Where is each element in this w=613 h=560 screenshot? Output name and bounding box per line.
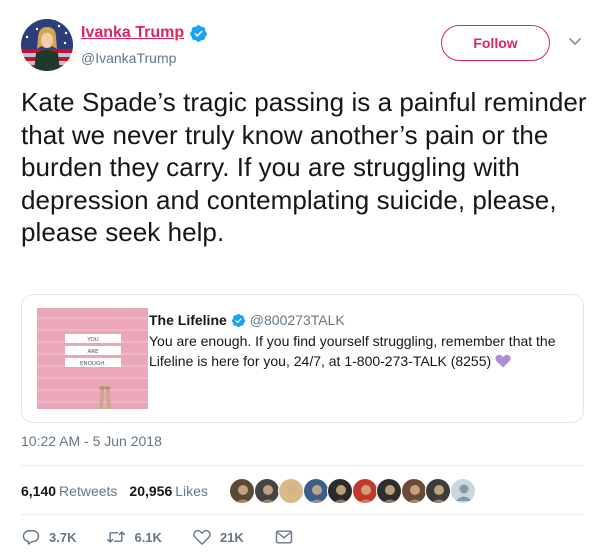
quoted-author-name[interactable]: The Lifeline: [149, 311, 227, 329]
retweet-icon: [107, 531, 126, 543]
liker-avatar[interactable]: [425, 478, 451, 504]
tweet-stats: 6,140 Retweets 20,956 Likes: [21, 477, 208, 505]
reply-count: 3.7K: [49, 529, 77, 545]
tweet-actions: 3.7K 6.1K 21K: [21, 524, 294, 550]
verified-badge-icon: [189, 24, 208, 43]
quoted-tweet-text: You are enough. If you find yourself str…: [149, 331, 579, 371]
retweets-label: Retweets: [59, 483, 118, 499]
liker-avatar[interactable]: [376, 478, 402, 504]
liker-avatar[interactable]: [302, 478, 329, 504]
verified-badge-icon: [231, 313, 246, 328]
liker-avatar[interactable]: [229, 478, 255, 504]
follow-button[interactable]: Follow: [441, 25, 550, 61]
author-avatar[interactable]: [21, 19, 73, 71]
liker-avatar[interactable]: [327, 478, 353, 504]
retweet-button[interactable]: 6.1K: [106, 527, 162, 547]
quoted-tweet-image: YOU ARE ENOUGH.: [37, 308, 148, 409]
purple-heart-icon: [495, 353, 511, 368]
liker-avatar[interactable]: [400, 478, 427, 504]
liker-avatar[interactable]: [253, 478, 280, 504]
author-name-row: Ivanka Trump: [81, 23, 208, 43]
like-count: 21K: [219, 529, 244, 545]
retweets-stat[interactable]: 6,140 Retweets: [21, 483, 117, 499]
divider: [21, 514, 584, 515]
retweets-count: 6,140: [21, 483, 57, 499]
tweet-text: Kate Spade’s tragic passing is a painful…: [21, 87, 587, 247]
likes-label: Likes: [175, 483, 208, 499]
quoted-tweet-card[interactable]: YOU ARE ENOUGH. The Lifeline @800273TALK…: [21, 294, 584, 423]
tweet-timestamp[interactable]: 10:22 AM - 5 Jun 2018: [21, 432, 162, 450]
liker-avatar[interactable]: [278, 478, 304, 504]
chevron-down-icon[interactable]: [565, 31, 585, 51]
author-display-name[interactable]: Ivanka Trump: [81, 23, 184, 43]
reply-button[interactable]: 3.7K: [21, 527, 76, 547]
reply-icon: [22, 530, 40, 545]
retweet-count: 6.1K: [134, 529, 162, 545]
quoted-author-handle[interactable]: @800273TALK: [250, 311, 345, 329]
direct-message-button[interactable]: [274, 527, 294, 547]
heart-icon: [193, 529, 211, 545]
liker-avatar[interactable]: [351, 478, 378, 504]
divider: [21, 465, 584, 466]
image-word-you: YOU: [86, 337, 98, 343]
likes-stat[interactable]: 20,956 Likes: [129, 483, 208, 499]
envelope-icon: [275, 530, 293, 544]
image-word-enough: ENOUGH.: [80, 361, 106, 367]
default-avatar-icon[interactable]: [449, 478, 476, 504]
tweet-header: Ivanka Trump @IvankaTrump Follow: [21, 19, 593, 71]
author-handle[interactable]: @IvankaTrump: [81, 49, 176, 67]
like-button[interactable]: 21K: [192, 527, 244, 547]
likes-count: 20,956: [129, 483, 173, 499]
image-word-are: ARE: [87, 349, 99, 355]
quoted-author-row: The Lifeline @800273TALK: [149, 311, 345, 329]
